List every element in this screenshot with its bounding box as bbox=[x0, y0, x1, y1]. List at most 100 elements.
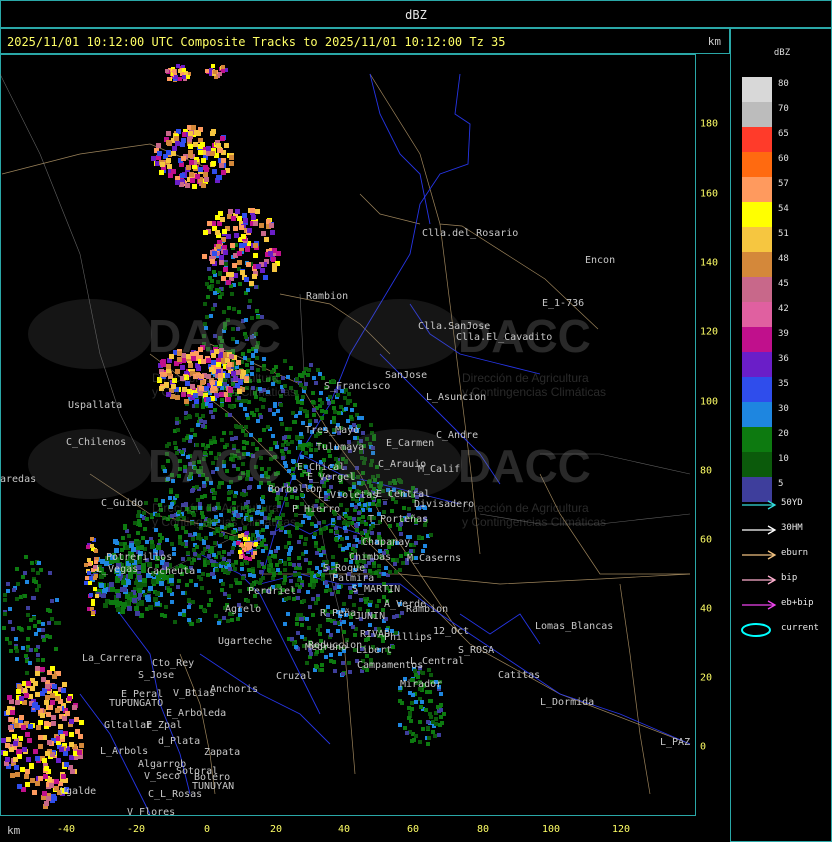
place-label: S_Francisco bbox=[324, 381, 390, 392]
place-label: Ugalde bbox=[60, 786, 96, 797]
header-km-label: km bbox=[707, 35, 721, 48]
y-tick-label: 120 bbox=[700, 326, 719, 338]
place-label: S_Jose bbox=[138, 670, 174, 681]
dbz-level-label: 10 bbox=[778, 454, 789, 464]
watermark-line1: Dirección de Agricultura bbox=[152, 501, 279, 515]
header-bar: 2025/11/01 10:12:00 UTC Composite Tracks… bbox=[0, 28, 730, 54]
place-label: C_Andre bbox=[436, 430, 478, 441]
place-label: E_Arboleda bbox=[166, 708, 226, 719]
place-label: C_L_Rosas bbox=[148, 789, 202, 800]
dbz-level-label: 54 bbox=[778, 204, 789, 214]
place-label: V_Seco bbox=[144, 771, 180, 782]
track-arrow-icon bbox=[740, 547, 780, 561]
track-arrow-icon bbox=[740, 572, 780, 586]
place-label: Lomas_Blancas bbox=[535, 621, 613, 632]
place-label: S_ROSA bbox=[458, 645, 494, 656]
place-label: Mirador bbox=[400, 679, 442, 690]
place-label: Rambion bbox=[406, 604, 448, 615]
place-label: V_Flores bbox=[127, 807, 175, 816]
place-label: 12_Oct bbox=[433, 626, 469, 637]
watermark-line1: Dirección de Agricultura bbox=[152, 371, 279, 385]
place-label: S_MARTIN bbox=[352, 584, 400, 595]
track-legend-label: 50YD bbox=[781, 498, 803, 508]
current-cell-ellipse-icon bbox=[740, 622, 780, 637]
place-label: Cacheuta bbox=[147, 566, 195, 577]
place-label: Zapata bbox=[204, 747, 240, 758]
place-label: Uspallata bbox=[68, 400, 122, 411]
place-label: Gltallar bbox=[104, 720, 152, 731]
place-label: Cto_Rey bbox=[152, 658, 194, 669]
dbz-level-label: 65 bbox=[778, 129, 789, 139]
radar-map[interactable]: DACCDirección de Agriculturay Contingenc… bbox=[0, 54, 696, 816]
place-label: La_Carrera bbox=[82, 653, 142, 664]
dbz-swatch bbox=[742, 452, 772, 477]
place-label: M_Calif bbox=[418, 464, 460, 475]
watermark-line2: y Contingencias Climáticas bbox=[152, 515, 296, 529]
place-label: Anchoris bbox=[210, 684, 258, 695]
track-legend-label: current bbox=[781, 623, 819, 633]
place-label: L_Vegas bbox=[96, 564, 138, 575]
x-axis-unit: km bbox=[7, 824, 21, 837]
dbz-level-label: 45 bbox=[778, 279, 789, 289]
x-tick-label: 20 bbox=[269, 824, 283, 835]
watermark-line1: Dirección de Agricultura bbox=[462, 371, 589, 385]
place-label: Tres_Mayo bbox=[305, 425, 359, 436]
place-label: Divisadero bbox=[414, 499, 474, 510]
dbz-level-label: 39 bbox=[778, 329, 789, 339]
dbz-level-label: 48 bbox=[778, 254, 789, 264]
place-label: T_Porteñas bbox=[368, 514, 428, 525]
x-tick-label: 40 bbox=[337, 824, 351, 835]
dbz-level-label: 57 bbox=[778, 179, 789, 189]
dbz-swatch bbox=[742, 102, 772, 127]
dbz-swatch bbox=[742, 152, 772, 177]
place-label: Borbollon bbox=[268, 484, 322, 495]
place-label: Libert bbox=[356, 645, 392, 656]
place-label: M_Caserns bbox=[407, 553, 461, 564]
watermark-line2: y Contingencias Climáticas bbox=[152, 385, 296, 399]
place-label: SanJose bbox=[385, 370, 427, 381]
place-label: E_1-736 bbox=[542, 298, 584, 309]
place-label: Catitas bbox=[498, 670, 540, 681]
dbz-swatch bbox=[742, 377, 772, 402]
dbz-level-label: 42 bbox=[778, 304, 789, 314]
window-title-bar: dBZ bbox=[0, 0, 832, 28]
place-label: Chimbas bbox=[349, 552, 391, 563]
place-label: JUNIN bbox=[355, 611, 385, 622]
y-tick-label: 60 bbox=[700, 534, 713, 546]
dbz-swatch bbox=[742, 227, 772, 252]
place-label: L_Dormida bbox=[540, 697, 594, 708]
dbz-level-label: 35 bbox=[778, 379, 789, 389]
place-label: aredas bbox=[0, 474, 36, 485]
x-tick-label: 80 bbox=[476, 824, 490, 835]
track-arrow-icon bbox=[740, 522, 780, 536]
watermark-brand: DACC bbox=[148, 440, 281, 492]
place-label: V_Btias bbox=[173, 688, 215, 699]
y-tick-label: 160 bbox=[700, 188, 719, 200]
place-label: Reduccion bbox=[308, 640, 362, 651]
header-timestamp: 2025/11/01 10:12:00 UTC Composite Tracks… bbox=[7, 35, 506, 49]
dbz-swatch bbox=[742, 427, 772, 452]
y-tick-label: 100 bbox=[700, 396, 719, 408]
y-tick-label: 20 bbox=[700, 672, 713, 684]
place-label: Ugarteche bbox=[218, 636, 272, 647]
legend-title: dBZ bbox=[773, 48, 791, 58]
y-tick-label: 140 bbox=[700, 257, 719, 269]
watermark-line1: Dirección de Agricultura bbox=[462, 501, 589, 515]
place-label: L_Arbols bbox=[100, 746, 148, 757]
x-tick-label: 120 bbox=[611, 824, 631, 835]
watermark-line2: y Contingencias Climáticas bbox=[462, 515, 606, 529]
dbz-swatch bbox=[742, 252, 772, 277]
track-arrow-icon bbox=[740, 597, 780, 611]
dbz-swatch bbox=[742, 177, 772, 202]
dbz-level-label: 80 bbox=[778, 79, 789, 89]
place-label: L_PAZ bbox=[660, 737, 690, 748]
place-label: Clla.El_Cavadito bbox=[456, 332, 552, 343]
dbz-level-label: 20 bbox=[778, 429, 789, 439]
window-title: dBZ bbox=[405, 8, 427, 22]
place-label: E_Carmen bbox=[386, 438, 434, 449]
place-label: L_Violetas bbox=[318, 490, 378, 501]
place-label: L_Central bbox=[410, 656, 464, 667]
place-label: Chapanay bbox=[362, 537, 410, 548]
y-tick-label: 40 bbox=[700, 603, 713, 615]
place-label: R_Peña bbox=[320, 608, 356, 619]
